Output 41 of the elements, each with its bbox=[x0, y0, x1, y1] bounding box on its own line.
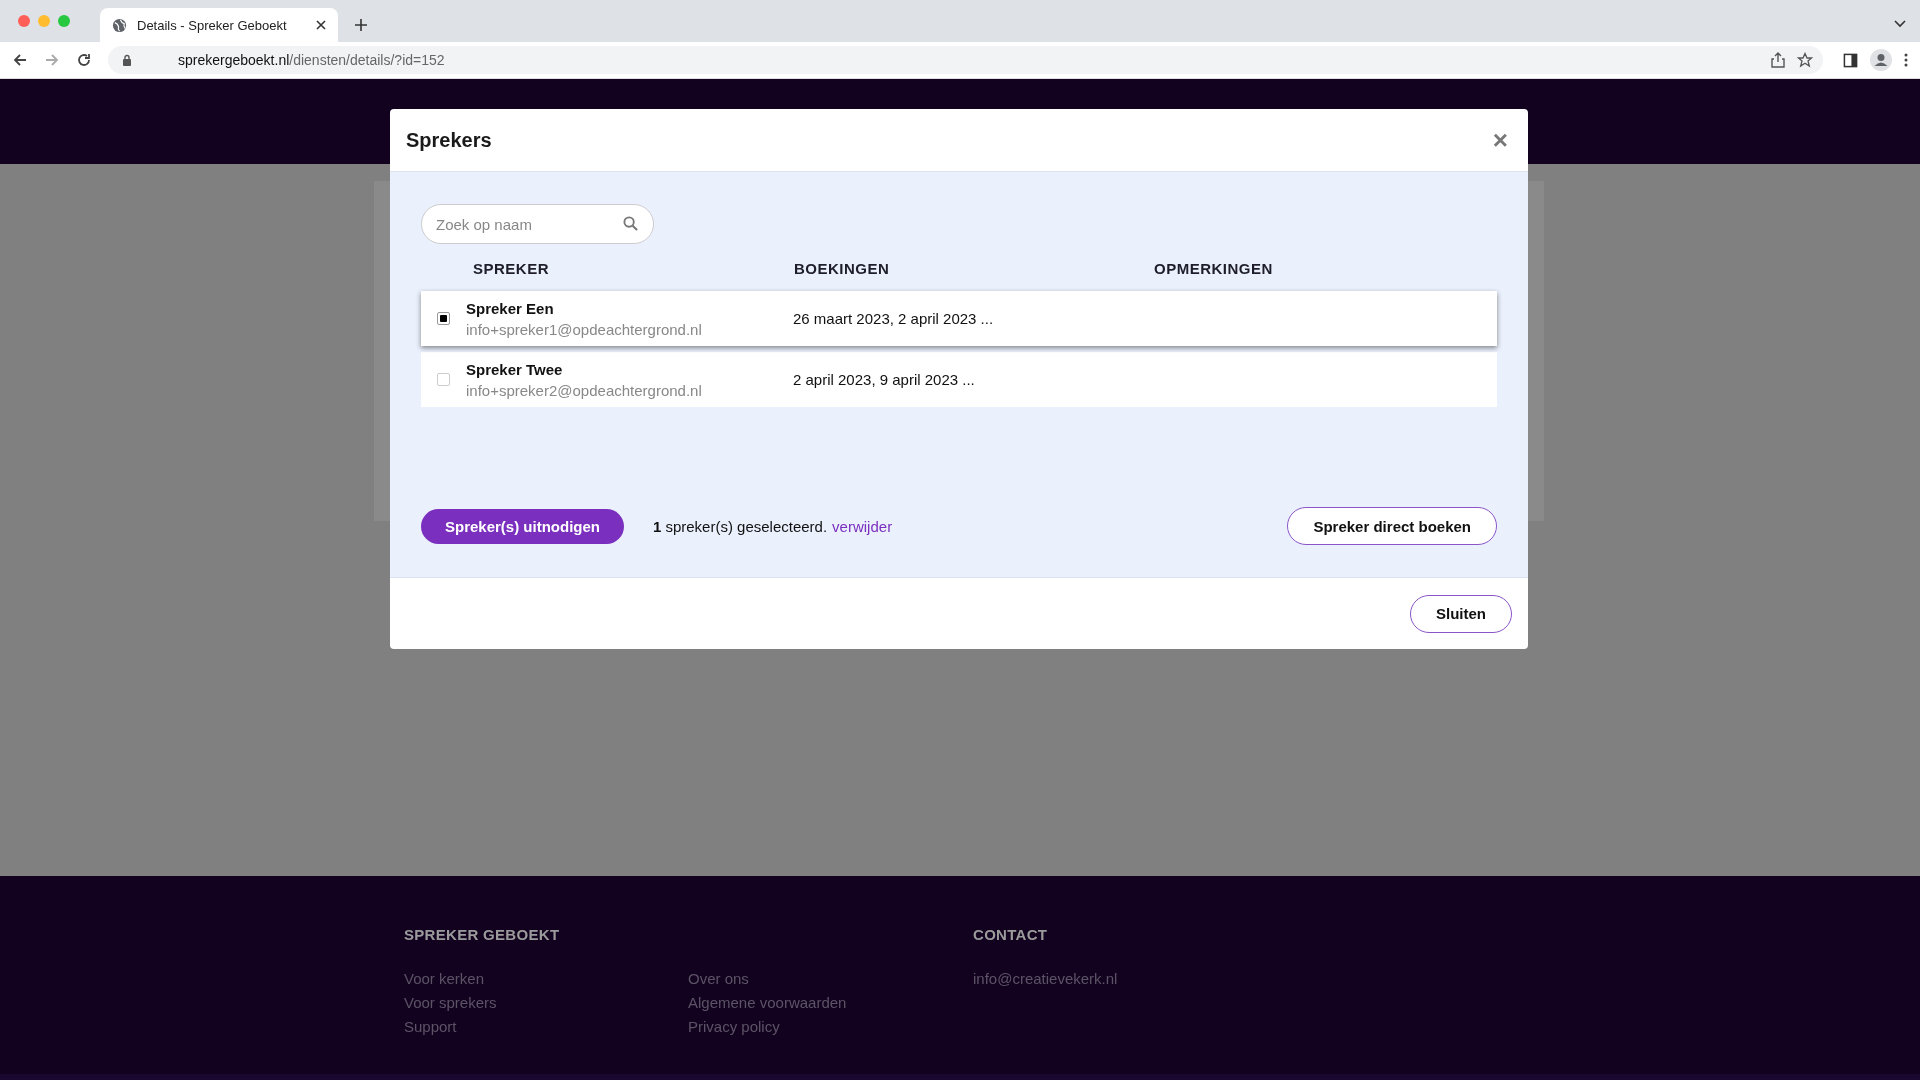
checkbox[interactable] bbox=[437, 373, 450, 386]
url-text: sprekergeboekt.nl/diensten/details/?id=152 bbox=[178, 52, 446, 68]
search-icon bbox=[623, 216, 638, 231]
footer-heading: SPREKER GEBOEKT bbox=[404, 926, 561, 945]
close-icon[interactable] bbox=[316, 20, 326, 30]
lock-icon bbox=[122, 54, 132, 66]
speaker-name: Spreker Twee bbox=[466, 360, 564, 378]
speaker-row[interactable]: Spreker Twee info+spreker2@opdeachtergrond.nl 2 april 2023, 9 april 2023 ... bbox=[421, 352, 1497, 407]
book-direct-button[interactable]: Spreker direct boeken bbox=[1287, 507, 1497, 545]
column-header: SPREKER bbox=[473, 260, 551, 277]
modal-title: Sprekers bbox=[406, 128, 492, 152]
speaker-email: info+spreker2@opdeachtergrond.nl bbox=[466, 381, 703, 399]
globe-icon bbox=[112, 17, 127, 33]
profile-icon[interactable] bbox=[1870, 49, 1892, 71]
share-icon[interactable] bbox=[1771, 52, 1785, 68]
menu-icon[interactable] bbox=[1904, 52, 1908, 68]
star-icon[interactable] bbox=[1797, 52, 1813, 68]
speaker-row[interactable]: Spreker Een info+spreker1@opdeachtergrond.nl 26 maart 2023, 2 april 2023 ... bbox=[421, 291, 1497, 346]
search-field[interactable]: Zoek op naam bbox=[421, 204, 654, 244]
side-panel-icon[interactable] bbox=[1843, 52, 1858, 68]
back-icon[interactable] bbox=[12, 52, 28, 68]
checkbox[interactable] bbox=[437, 312, 450, 325]
reload-icon[interactable] bbox=[76, 52, 92, 68]
address-bar[interactable]: sprekergeboekt.nl/diensten/details/?id=152 bbox=[108, 46, 1823, 74]
footer-heading: CONTACT bbox=[973, 926, 1049, 945]
speaker-email: info+spreker1@opdeachtergrond.nl bbox=[466, 320, 703, 338]
tab-title: Details - Spreker Geboekt bbox=[137, 17, 288, 33]
chevron-down-icon[interactable] bbox=[1894, 20, 1906, 28]
bookings-text: 2 april 2023, 9 april 2023 ... bbox=[793, 371, 975, 388]
column-header: BOEKINGEN bbox=[794, 260, 891, 277]
close-dialog-button[interactable]: Sluiten bbox=[1410, 594, 1512, 633]
browser-tab[interactable]: Details - Spreker Geboekt bbox=[100, 8, 338, 42]
remove-link[interactable]: verwijder bbox=[832, 517, 893, 535]
bookings-text: 26 maart 2023, 2 april 2023 ... bbox=[793, 310, 994, 327]
selection-count: 1 bbox=[653, 517, 662, 535]
selection-text: spreker(s) geselecteerd. bbox=[665, 517, 828, 535]
speaker-name: Spreker Een bbox=[466, 299, 555, 317]
invite-button[interactable]: Spreker(s) uitnodigen bbox=[421, 508, 625, 544]
column-header: OPMERKINGEN bbox=[1154, 260, 1274, 277]
new-tab-icon[interactable] bbox=[354, 18, 368, 32]
close-button[interactable]: × bbox=[1488, 124, 1512, 156]
